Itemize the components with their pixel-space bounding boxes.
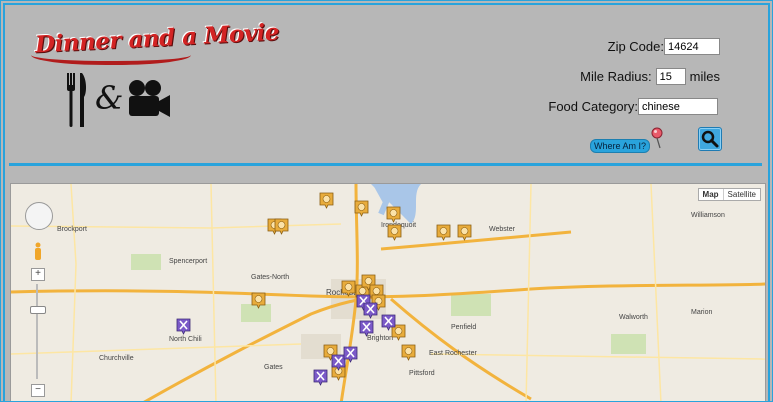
theater-marker-icon[interactable] [359,320,374,337]
mile-radius-input[interactable] [655,68,686,85]
restaurant-marker-icon[interactable] [251,292,266,309]
header-divider [9,163,762,166]
location-pin-icon[interactable] [651,127,665,149]
movie-camera-icon [129,80,170,117]
place-label: East Rochester [429,350,477,357]
place-label: Webster [489,226,515,233]
theater-marker-icon[interactable] [176,318,191,335]
pan-control[interactable] [25,202,53,230]
map-type-satellite[interactable]: Satellite [724,189,760,200]
mile-radius-label: Mile Radius: [580,69,652,84]
food-category-input[interactable] [638,98,718,115]
restaurant-marker-icon[interactable] [457,224,472,241]
food-category-label: Food Category: [548,99,638,114]
zip-code-input[interactable] [664,38,720,55]
logo-swoosh [31,55,191,65]
logo: Dinner and a Movie & [29,19,280,131]
pegman-icon[interactable] [33,242,43,260]
place-label: Pittsford [409,370,435,377]
restaurant-marker-icon[interactable] [387,224,402,241]
where-am-i-button[interactable]: Where Am I? [590,139,650,153]
zoom-in-button[interactable]: + [31,268,45,281]
place-label: Churchville [99,355,134,362]
mile-radius-unit: miles [689,69,720,84]
place-label: Walworth [619,314,648,321]
zoom-out-button[interactable]: − [31,384,45,397]
place-label: Penfield [451,324,477,331]
place-label: Brockport [57,226,87,233]
restaurant-marker-icon[interactable] [319,192,334,209]
zoom-slider-track[interactable] [36,284,38,379]
mile-radius-row: Mile Radius: miles [580,68,720,85]
ampersand: & [95,79,124,117]
food-category-row: Food Category: [548,98,718,115]
zoom-slider-thumb[interactable] [30,306,46,314]
place-label: North Chili [169,336,202,343]
fork-knife-icon [67,73,87,127]
place-label: Williamson [691,212,725,219]
theater-marker-icon[interactable] [381,314,396,331]
map-type-map[interactable]: Map [699,189,724,200]
zip-code-row: Zip Code: [608,38,720,55]
restaurant-marker-icon[interactable] [386,206,401,223]
restaurant-marker-icon[interactable] [274,218,289,235]
theater-marker-icon[interactable] [343,346,358,363]
map-view[interactable]: Map Satellite + − Brockport Spencerport … [10,183,766,401]
restaurant-marker-icon[interactable] [354,200,369,217]
place-label: Gates-North [251,274,290,281]
place-label: Marion [691,309,713,316]
theater-marker-icon[interactable] [313,369,328,386]
place-label: Spencerport [169,258,208,265]
place-label: Gates [264,364,283,371]
theater-marker-icon[interactable] [363,302,378,319]
app-frame: Dinner and a Movie & Zip Code: Mile Radi… [0,0,773,402]
restaurant-marker-icon[interactable] [341,280,356,297]
search-button[interactable] [698,127,722,151]
restaurant-marker-icon[interactable] [436,224,451,241]
restaurant-marker-icon[interactable] [401,344,416,361]
search-icon [701,130,719,148]
map-type-control: Map Satellite [697,188,761,201]
zip-code-label: Zip Code: [607,39,664,54]
